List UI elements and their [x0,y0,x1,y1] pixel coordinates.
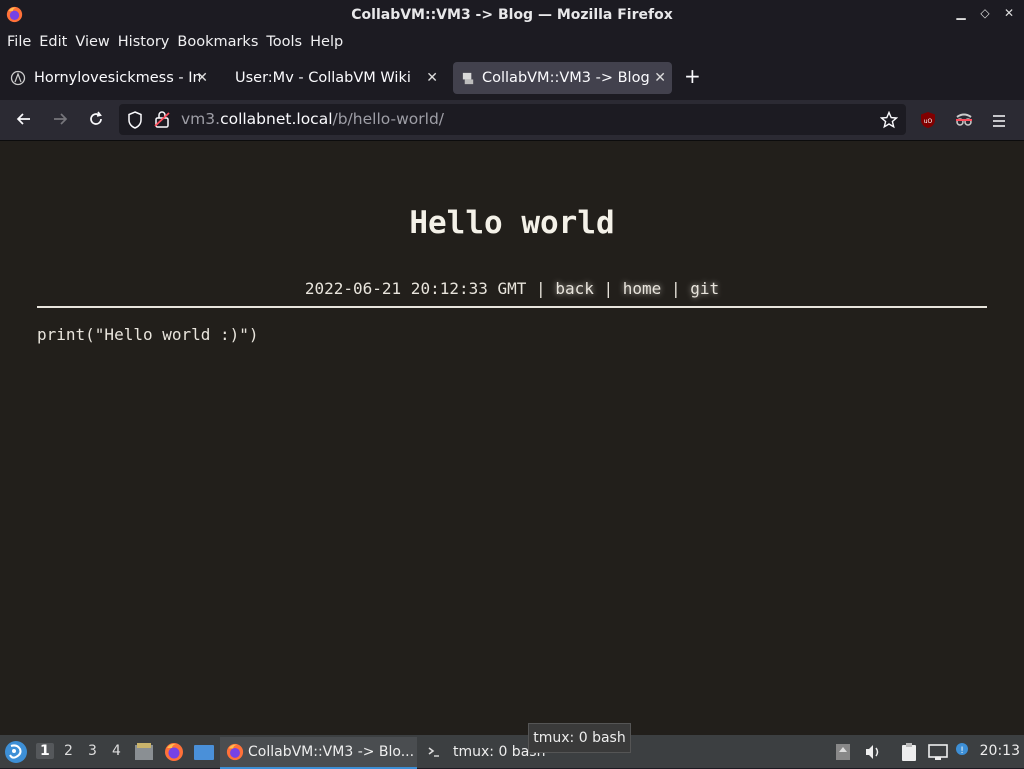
shield-icon[interactable] [127,111,143,129]
tab-label: CollabVM::VM3 -> Blog [482,70,650,86]
navigation-toolbar: vm3.collabnet.local/b/hello-world/ uO [0,100,1024,141]
close-window-icon[interactable]: ✕ [1002,6,1016,20]
upload-arrow-icon[interactable] [835,743,851,761]
ublock-icon[interactable]: uO [920,111,936,129]
menu-bar: File Edit View History Bookmarks Tools H… [0,29,1024,55]
tab-close-icon[interactable]: ✕ [426,70,438,86]
post-date: 2022-06-21 20:12:33 GMT [304,279,527,298]
post-body-code: print("Hello world :)") [37,325,259,344]
volume-icon[interactable] [864,743,882,761]
separator: | [603,279,614,298]
firefox-icon [6,6,23,23]
menu-help[interactable]: Help [310,34,343,50]
tab-close-icon[interactable]: ✕ [654,70,666,86]
page-title: Hello world [409,205,615,241]
git-link[interactable]: git [690,279,719,298]
star-icon[interactable] [880,111,898,129]
workspace-3[interactable]: 3 [88,743,97,759]
workspace-4[interactable]: 4 [112,743,121,759]
taskbar-tooltip: tmux: 0 bash [528,723,631,753]
tab-label: User:Mv - CollabVM Wiki [235,70,411,86]
menu-edit[interactable]: Edit [39,34,67,50]
svg-text:uO: uO [924,118,933,125]
workspace-1[interactable]: 1 [36,743,54,759]
globe-icon [10,70,26,86]
back-link[interactable]: back [555,279,594,298]
workspace-2[interactable]: 2 [64,743,73,759]
firefox-icon [226,743,244,761]
url-path: /b/hello-world/ [332,110,445,128]
tab-collabvm-wiki[interactable]: User:Mv - CollabVM Wiki ✕ [226,62,444,94]
desktop-icon[interactable] [193,744,215,762]
taskbar: 1 2 3 4 CollabVM::VM3 -> Blo... tmux: 0 … [0,735,1024,769]
window-titlebar: CollabVM::VM3 -> Blog — Mozilla Firefox … [0,0,1024,29]
forward-arrow-icon[interactable] [50,110,70,130]
svg-text:!: ! [960,746,964,756]
firefox-icon[interactable] [164,742,184,762]
task-firefox[interactable]: CollabVM::VM3 -> Blo... [220,737,417,769]
minimize-icon[interactable]: ▁ [954,6,968,20]
home-link[interactable]: home [623,279,662,298]
computer-icon [462,72,474,84]
menu-tools[interactable]: Tools [266,34,302,50]
maximize-icon[interactable]: ◇ [978,6,992,20]
page-content: Hello world 2022-06-21 20:12:33 GMT | ba… [0,141,1024,735]
terminal-icon [428,747,439,757]
horizontal-rule [37,306,987,308]
tab-strip: Hornylovesickmess - In ✕ User:Mv - Colla… [0,55,1024,100]
notification-icon[interactable]: ! [954,741,972,759]
start-menu-icon[interactable] [4,740,28,764]
insecure-lock-icon[interactable] [154,110,170,128]
url-bar[interactable]: vm3.collabnet.local/b/hello-world/ [119,104,906,135]
menu-bookmarks[interactable]: Bookmarks [177,34,258,50]
reload-icon[interactable] [86,110,106,130]
tab-hornylovesickmess[interactable]: Hornylovesickmess - In ✕ [6,62,214,94]
new-tab-button[interactable]: + [684,64,701,88]
clipboard-icon[interactable] [900,742,918,762]
separator: | [670,279,681,298]
window-title: CollabVM::VM3 -> Blog — Mozilla Firefox [351,6,673,23]
url-host: collabnet.local [220,110,333,128]
url-text[interactable]: vm3.collabnet.local/b/hello-world/ [181,110,444,128]
extension-mask-icon[interactable] [955,112,973,128]
hamburger-menu-icon[interactable] [992,113,1006,127]
tab-collabvm-blog[interactable]: CollabVM::VM3 -> Blog ✕ [453,62,672,94]
menu-view[interactable]: View [75,34,109,50]
file-manager-icon[interactable] [134,743,154,761]
url-host-prefix: vm3. [181,110,221,128]
menu-file[interactable]: File [7,34,31,50]
tab-close-icon[interactable]: ✕ [196,70,208,86]
network-icon[interactable] [928,743,948,761]
clock[interactable]: 20:13 [980,743,1020,759]
tab-label: Hornylovesickmess - In [34,70,200,86]
task-label: CollabVM::VM3 -> Blo... [248,744,415,760]
separator: | [536,279,546,298]
post-meta: 2022-06-21 20:12:33 GMT | back | home | … [0,279,1024,298]
back-arrow-icon[interactable] [14,110,34,130]
menu-history[interactable]: History [118,34,170,50]
